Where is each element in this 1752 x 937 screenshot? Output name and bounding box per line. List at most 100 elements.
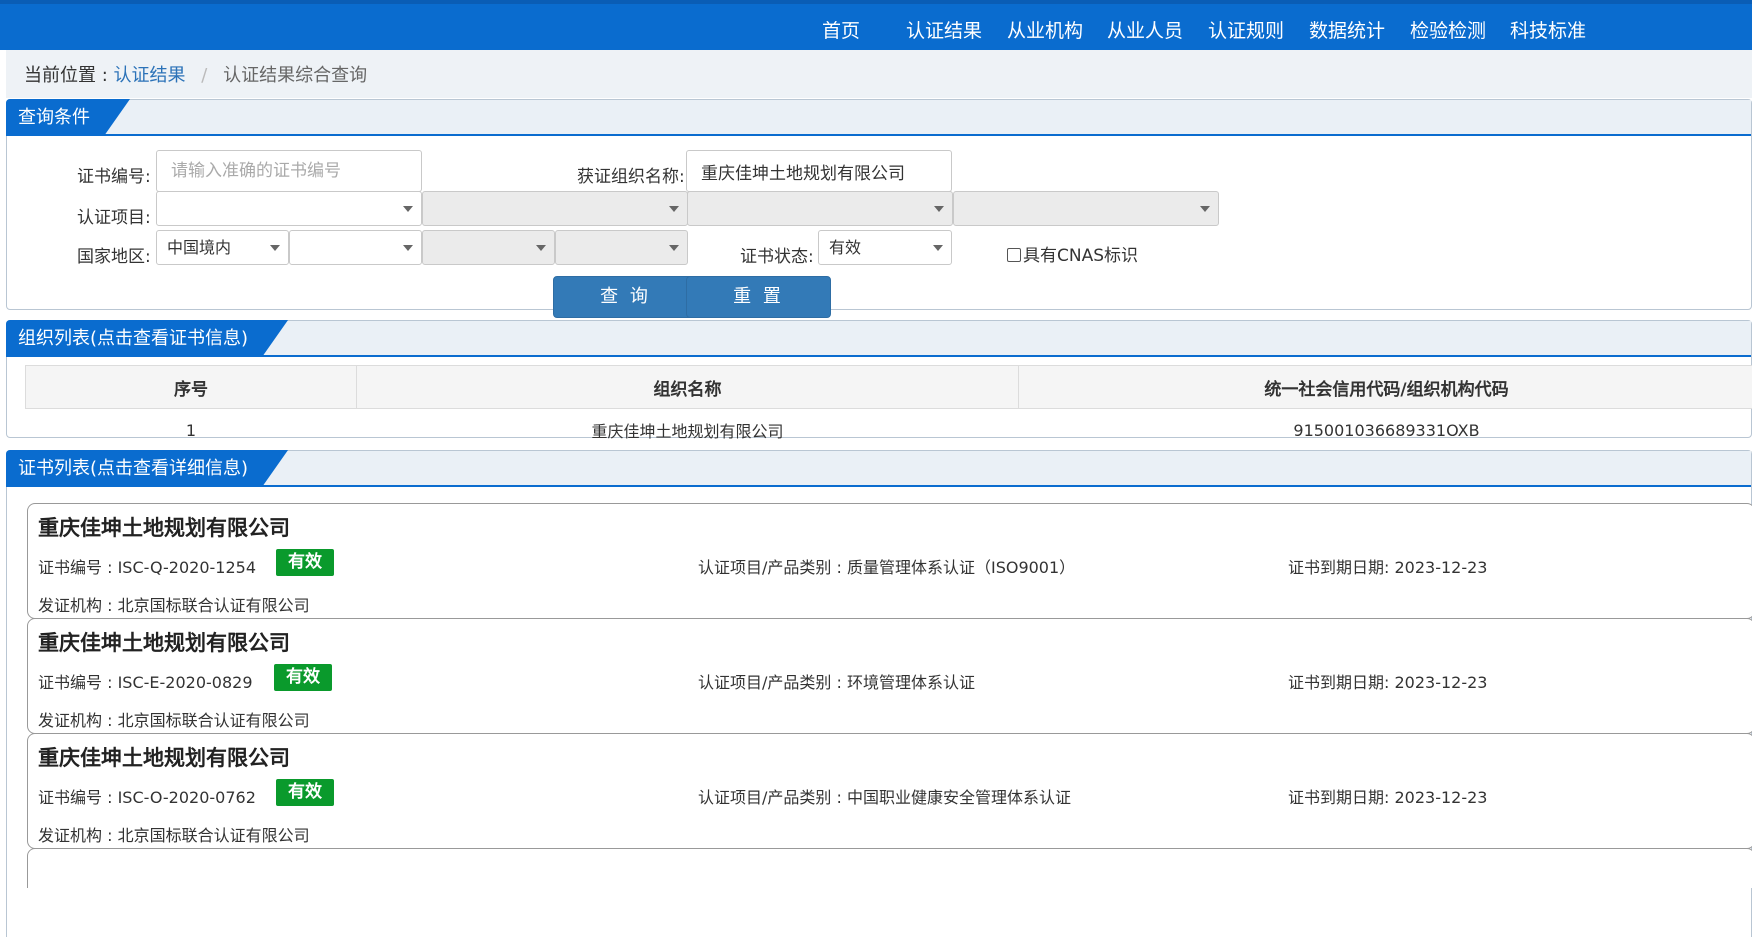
cell-org-name[interactable]: 重庆佳坤土地规划有限公司 <box>356 408 1019 452</box>
cert-card[interactable]: 重庆佳坤土地规划有限公司 证书编号 : ISC-E-2020-0829 有效 认… <box>27 618 1752 734</box>
cell-credit-code: 915001036689331OXB <box>1018 408 1752 452</box>
query-panel-header: 查询条件 <box>7 100 1751 136</box>
chevron-down-icon <box>669 206 679 212</box>
chevron-down-icon <box>403 206 413 212</box>
chevron-down-icon <box>669 245 679 251</box>
breadcrumb-prefix: 当前位置 : <box>24 65 108 86</box>
issuer-prefix: 发证机构 : <box>38 826 113 845</box>
top-nav-bar: 首页 认证结果 从业机构 从业人员 认证规则 数据统计 检验检测 科技标准 <box>0 0 1752 50</box>
cert-card-partial[interactable] <box>27 848 1752 888</box>
cert-card-project: 认证项目/产品类别 : 质量管理体系认证（ISO9001） <box>698 554 1075 578</box>
cert-list-title: 证书列表(点击查看详细信息) <box>6 450 288 487</box>
cert-list-header: 证书列表(点击查看详细信息) <box>7 451 1751 487</box>
expire-prefix: 证书到期日期: <box>1288 558 1390 577</box>
col-header-credit-code: 统一社会信用代码/组织机构代码 <box>1018 365 1752 409</box>
org-name-label: 获证组织名称: <box>577 167 685 187</box>
cert-no-prefix: 证书编号 : <box>38 673 113 692</box>
chevron-down-icon <box>270 245 280 251</box>
region-select-province[interactable] <box>289 230 422 265</box>
project-value: 中国职业健康安全管理体系认证 <box>846 788 1071 807</box>
project-select-2 <box>422 191 688 226</box>
expire-prefix: 证书到期日期: <box>1288 788 1390 807</box>
status-select-value: 有效 <box>829 238 862 257</box>
cert-no-value: ISC-Q-2020-1254 <box>117 558 257 577</box>
org-table: 序号 组织名称 统一社会信用代码/组织机构代码 1 重庆佳坤土地规划有限公司 9… <box>25 365 1752 452</box>
status-badge: 有效 <box>276 549 334 576</box>
status-label: 证书状态: <box>740 247 814 267</box>
project-prefix: 认证项目/产品类别 : <box>698 788 842 807</box>
cert-no-prefix: 证书编号 : <box>38 558 113 577</box>
cert-card-cert-no: 证书编号 : ISC-O-2020-0762 <box>38 784 256 808</box>
project-value: 环境管理体系认证 <box>846 673 975 692</box>
project-select-1[interactable] <box>156 191 422 226</box>
breadcrumb-bar: 当前位置 : 认证结果 / 认证结果综合查询 <box>6 50 1752 98</box>
region-select-district <box>555 230 688 265</box>
chevron-down-icon <box>403 245 413 251</box>
breadcrumb: 当前位置 : 认证结果 / 认证结果综合查询 <box>24 61 367 87</box>
breadcrumb-separator: / <box>201 65 208 86</box>
chevron-down-icon <box>536 245 546 251</box>
cert-card-issuer: 发证机构 : 北京国标联合认证有限公司 <box>38 822 310 846</box>
query-panel-title: 查询条件 <box>6 99 130 136</box>
org-table-header-row: 序号 组织名称 统一社会信用代码/组织机构代码 <box>25 365 1752 409</box>
issuer-prefix: 发证机构 : <box>38 711 113 730</box>
cert-list-panel: 证书列表(点击查看详细信息) 重庆佳坤土地规划有限公司 证书编号 : ISC-Q… <box>6 450 1752 937</box>
query-panel: 查询条件 证书编号: 获证组织名称: 认证项目: 国家地区: 中国境内 证书状态… <box>6 99 1752 318</box>
cert-card[interactable]: 重庆佳坤土地规划有限公司 证书编号 : ISC-Q-2020-1254 有效 认… <box>27 503 1752 619</box>
cnas-checkbox[interactable]: 具有CNAS标识 <box>1007 241 1138 266</box>
cert-card-cert-no: 证书编号 : ISC-Q-2020-1254 <box>38 554 256 578</box>
search-button[interactable]: 查 询 <box>553 276 698 318</box>
nav-item-rules[interactable]: 认证规则 <box>1208 16 1284 43</box>
cert-card-expire: 证书到期日期: 2023-12-23 <box>1288 669 1487 693</box>
breadcrumb-link-cert-results[interactable]: 认证结果 <box>114 65 186 86</box>
status-badge: 有效 <box>274 664 332 691</box>
nav-item-testing[interactable]: 检验检测 <box>1410 16 1486 43</box>
reset-button[interactable]: 重 置 <box>686 276 831 318</box>
cell-index: 1 <box>25 408 357 452</box>
nav-item-personnel[interactable]: 从业人员 <box>1107 16 1183 43</box>
table-row[interactable]: 1 重庆佳坤土地规划有限公司 915001036689331OXB <box>25 408 1752 452</box>
cert-card[interactable]: 重庆佳坤土地规划有限公司 证书编号 : ISC-O-2020-0762 有效 认… <box>27 733 1752 849</box>
chevron-down-icon <box>933 245 943 251</box>
cert-card-issuer: 发证机构 : 北京国标联合认证有限公司 <box>38 707 310 731</box>
org-list-header: 组织列表(点击查看证书信息) <box>7 321 1751 357</box>
status-select[interactable]: 有效 <box>818 230 952 265</box>
org-name-input[interactable] <box>686 150 952 192</box>
project-select-3 <box>687 191 953 226</box>
nav-item-home[interactable]: 首页 <box>822 16 860 43</box>
cert-card-issuer: 发证机构 : 北京国标联合认证有限公司 <box>38 592 310 616</box>
expire-value: 2023-12-23 <box>1394 788 1488 807</box>
project-prefix: 认证项目/产品类别 : <box>698 558 842 577</box>
cert-card-expire: 证书到期日期: 2023-12-23 <box>1288 784 1487 808</box>
project-value: 质量管理体系认证（ISO9001） <box>846 558 1076 577</box>
col-header-index: 序号 <box>25 365 357 409</box>
project-select-4 <box>953 191 1219 226</box>
project-label: 认证项目: <box>77 208 151 228</box>
cert-card-project: 认证项目/产品类别 : 中国职业健康安全管理体系认证 <box>698 784 1071 808</box>
cert-no-prefix: 证书编号 : <box>38 788 113 807</box>
nav-item-standards[interactable]: 科技标准 <box>1510 16 1586 43</box>
cert-card-expire: 证书到期日期: 2023-12-23 <box>1288 554 1487 578</box>
region-select-city <box>422 230 555 265</box>
issuer-value: 北京国标联合认证有限公司 <box>117 826 310 845</box>
chevron-down-icon <box>1200 206 1210 212</box>
breadcrumb-current: 认证结果综合查询 <box>223 65 368 86</box>
status-badge: 有效 <box>276 779 334 806</box>
issuer-value: 北京国标联合认证有限公司 <box>117 596 310 615</box>
cert-no-value: ISC-E-2020-0829 <box>117 673 253 692</box>
nav-item-institutions[interactable]: 从业机构 <box>1007 16 1083 43</box>
nav-item-statistics[interactable]: 数据统计 <box>1309 16 1385 43</box>
cert-no-value: ISC-O-2020-0762 <box>117 788 256 807</box>
expire-value: 2023-12-23 <box>1394 673 1488 692</box>
chevron-down-icon <box>934 206 944 212</box>
cert-no-input[interactable] <box>156 150 422 192</box>
main-nav: 首页 认证结果 从业机构 从业人员 认证规则 数据统计 检验检测 科技标准 <box>0 4 1752 54</box>
project-prefix: 认证项目/产品类别 : <box>698 673 842 692</box>
cnas-checkbox-label: 具有CNAS标识 <box>1023 246 1139 266</box>
region-label: 国家地区: <box>77 247 151 267</box>
col-header-org-name: 组织名称 <box>356 365 1019 409</box>
issuer-prefix: 发证机构 : <box>38 596 113 615</box>
checkbox-box[interactable] <box>1007 248 1021 262</box>
nav-item-cert-results[interactable]: 认证结果 <box>906 16 982 43</box>
region-select-country[interactable]: 中国境内 <box>156 230 289 265</box>
